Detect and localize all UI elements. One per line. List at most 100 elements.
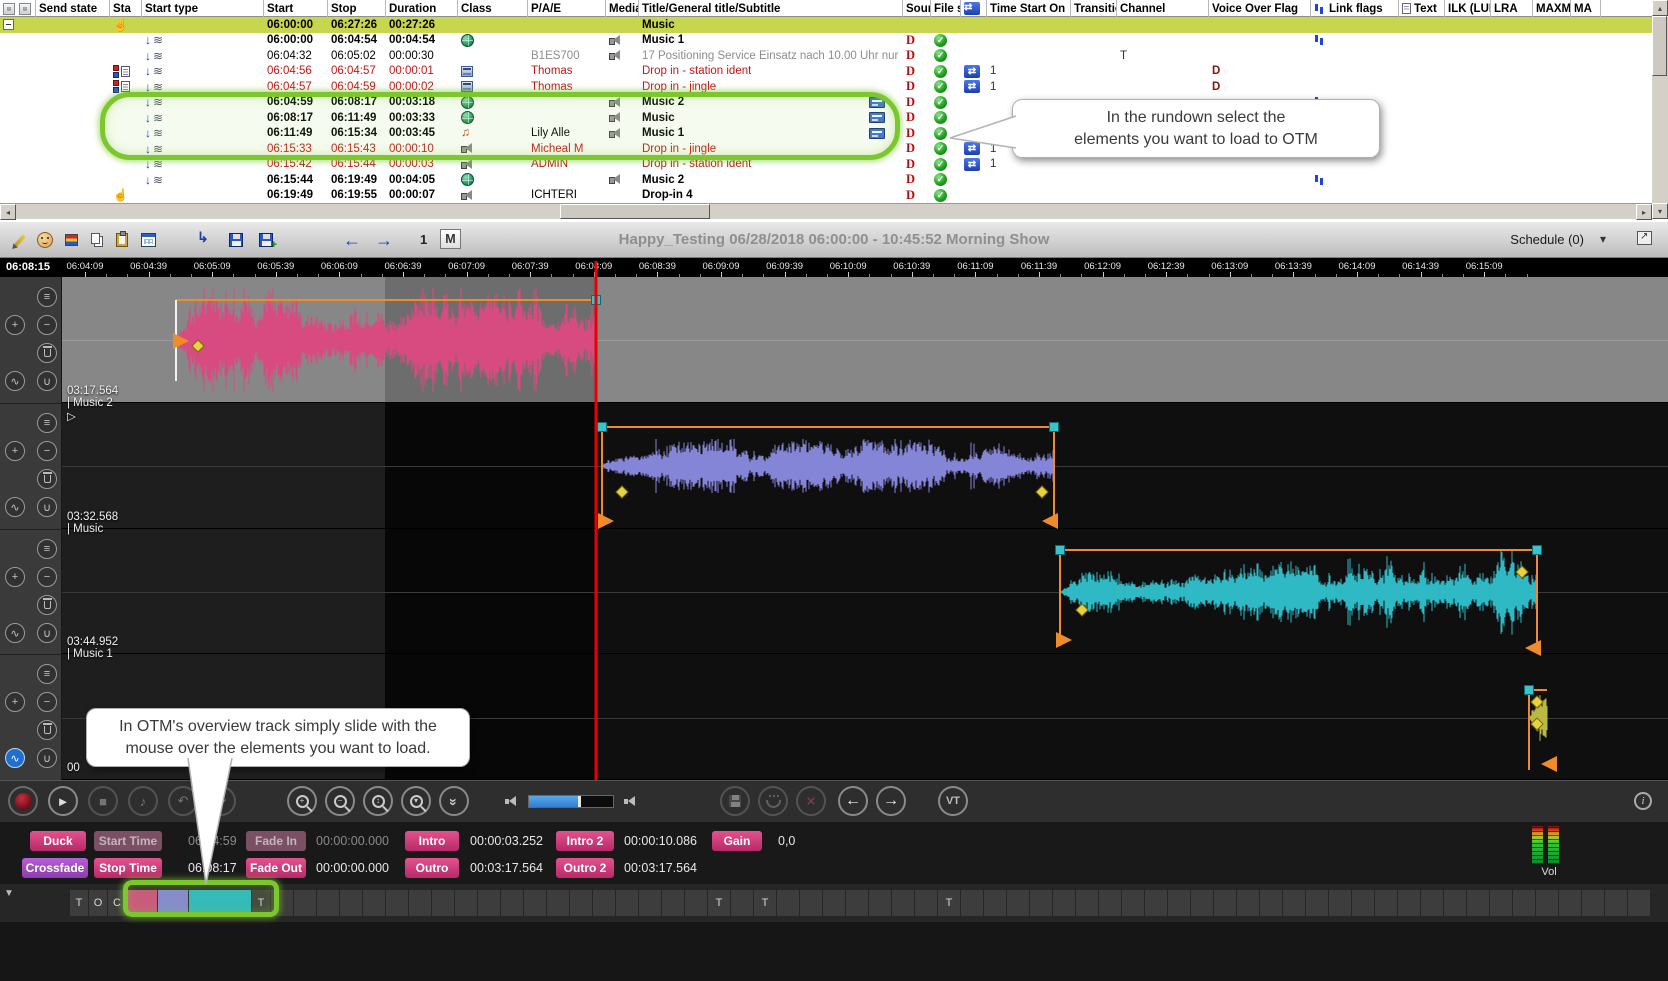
track1-plus-button[interactable]: + (5, 315, 25, 335)
overview-cell[interactable] (1306, 890, 1328, 916)
overview-cell[interactable]: T (938, 890, 960, 916)
column-header-lra[interactable]: LRA (1491, 0, 1533, 17)
overview-cell[interactable] (616, 890, 638, 916)
overview-cell[interactable] (1329, 890, 1351, 916)
overview-cell[interactable] (317, 890, 339, 916)
overview-cell[interactable] (1214, 890, 1236, 916)
overview-cell[interactable] (1007, 890, 1029, 916)
overview-cell[interactable] (547, 890, 569, 916)
overview-collapse-icon[interactable]: ▼ (4, 888, 14, 899)
overview-cell[interactable] (1352, 890, 1374, 916)
track1-mixer-button[interactable]: ≡ (37, 287, 57, 307)
overview-cell[interactable] (1145, 890, 1167, 916)
track3-plus-button[interactable]: + (5, 567, 25, 587)
overview-cell[interactable] (1444, 890, 1466, 916)
track4-fade-button[interactable]: ∿ (5, 748, 25, 768)
overview-cell[interactable] (1283, 890, 1305, 916)
overview-cell[interactable]: C (108, 890, 126, 916)
column-header-send_state[interactable]: Send state (36, 0, 110, 17)
zoom-in-button[interactable]: + (287, 786, 317, 816)
overview-cell[interactable] (662, 890, 684, 916)
rundown-row[interactable]: ↓≋06:04:5606:04:5700:00:01ThomasDrop in … (0, 64, 1652, 80)
column-header-start[interactable]: Start (264, 0, 328, 17)
column-header-maxm[interactable]: MAXM (1533, 0, 1571, 17)
overview-cell[interactable] (1191, 890, 1213, 916)
overview-cell[interactable] (961, 890, 983, 916)
column-header-ilk[interactable]: ILK (LUF (1445, 0, 1491, 17)
mixdown-button[interactable] (758, 786, 788, 816)
next-page-button[interactable]: → (372, 229, 396, 251)
column-header-title[interactable]: Title/General title/Subtitle (639, 0, 903, 17)
track4-loop-button[interactable]: ∪ (37, 748, 57, 768)
overview-cell[interactable] (731, 890, 753, 916)
overview-cell[interactable] (1260, 890, 1282, 916)
rundown-row[interactable]: ↓≋06:04:5906:08:1700:03:18Music 2D✓ (0, 95, 1652, 111)
column-header-filestate[interactable]: File s (931, 0, 961, 17)
zoom-out-button[interactable]: − (325, 786, 355, 816)
scroll-right-button[interactable]: ▸ (1636, 204, 1652, 220)
track4-plus-button[interactable]: + (5, 692, 25, 712)
stop-time-button[interactable]: Stop Time (94, 858, 162, 878)
rundown-row[interactable]: ↓≋06:08:1706:11:4900:03:33MusicD✓ (0, 110, 1652, 126)
overview-cell[interactable] (1375, 890, 1397, 916)
stop-button[interactable]: ■ (88, 786, 118, 816)
column-header-channel[interactable]: Channel (1117, 0, 1209, 17)
overview-cell[interactable] (639, 890, 661, 916)
overview-cell[interactable] (823, 890, 845, 916)
overview-cell[interactable] (432, 890, 454, 916)
overview-cell[interactable]: T (754, 890, 776, 916)
toolbar-paste-button[interactable] (110, 229, 134, 251)
column-header-pae[interactable]: P/A/E (528, 0, 606, 17)
schedule-selector[interactable]: Schedule (0) (1510, 232, 1584, 247)
toolbar-save-plus-button[interactable]: + (254, 229, 278, 251)
overview-clip-5[interactable] (189, 890, 251, 916)
track3-minus-button[interactable]: − (37, 567, 57, 587)
rundown-row[interactable]: ☝06:19:4906:19:5500:00:07ICHTERIDrop-in … (0, 188, 1652, 204)
external-window-icon[interactable] (1637, 231, 1652, 245)
track1-loop-button[interactable]: ∪ (37, 371, 57, 391)
record-button[interactable] (8, 786, 38, 816)
overview-cell[interactable]: T (70, 890, 88, 916)
overview-cell[interactable]: T (708, 890, 730, 916)
overview-cell[interactable] (363, 890, 385, 916)
overview-cell[interactable] (846, 890, 868, 916)
overview-cell[interactable] (271, 890, 293, 916)
toolbar-save-button[interactable] (224, 229, 248, 251)
track2-fade-button[interactable]: ∿ (5, 497, 25, 517)
overview-clip-3[interactable] (127, 890, 157, 916)
overview-cell[interactable] (777, 890, 799, 916)
track2-trash-button[interactable] (37, 469, 57, 489)
overview-cell[interactable] (1559, 890, 1581, 916)
overview-cell[interactable] (524, 890, 546, 916)
play-button[interactable]: ► (48, 786, 78, 816)
track2-plus-button[interactable]: + (5, 441, 25, 461)
gain-button[interactable]: Gain (712, 831, 762, 851)
column-header-voice_over[interactable]: Voice Over Flag (1209, 0, 1311, 17)
track-lane-1[interactable] (62, 277, 1668, 403)
track1-fade-button[interactable]: ∿ (5, 371, 25, 391)
track2-mixer-button[interactable]: ≡ (37, 413, 57, 433)
overview-cell[interactable] (1513, 890, 1535, 916)
overview-cell[interactable] (340, 890, 362, 916)
rundown-row[interactable]: ↓≋06:11:4906:15:3400:03:45Lily AlleMusic… (0, 126, 1652, 142)
toolbar-calendar-button[interactable] (136, 229, 160, 251)
fade-in-button[interactable]: Fade In (246, 831, 306, 851)
column-header-time_start_on[interactable]: Time Start On (987, 0, 1071, 17)
column-header-source[interactable]: Sour (903, 0, 931, 17)
overview-cell[interactable] (892, 890, 914, 916)
overview-cell[interactable] (1099, 890, 1121, 916)
track3-mixer-button[interactable]: ≡ (37, 539, 57, 559)
column-header-transfer[interactable]: ⇄ (961, 0, 987, 17)
rundown-row[interactable]: ↓≋06:15:4406:19:4900:04:05Music 2D✓ (0, 172, 1652, 188)
redo-button[interactable]: ↷ (206, 786, 236, 816)
toolbar-export-button[interactable] (192, 229, 216, 251)
mode-button[interactable]: M (440, 229, 461, 249)
column-header-expander[interactable] (0, 0, 36, 17)
rundown-group-row[interactable]: ☝06:00:0006:27:2600:27:26Music (0, 17, 1652, 33)
outro-button[interactable]: Outro (405, 858, 459, 878)
rundown-row[interactable]: ↓≋06:04:3206:05:0200:00:30B1ES70017 Posi… (0, 48, 1652, 64)
overview-cell[interactable] (1421, 890, 1443, 916)
overview-cell[interactable] (1076, 890, 1098, 916)
rundown-vertical-scrollbar[interactable]: ▴ ▾ (1652, 0, 1668, 219)
overview-cell[interactable]: O (89, 890, 107, 916)
